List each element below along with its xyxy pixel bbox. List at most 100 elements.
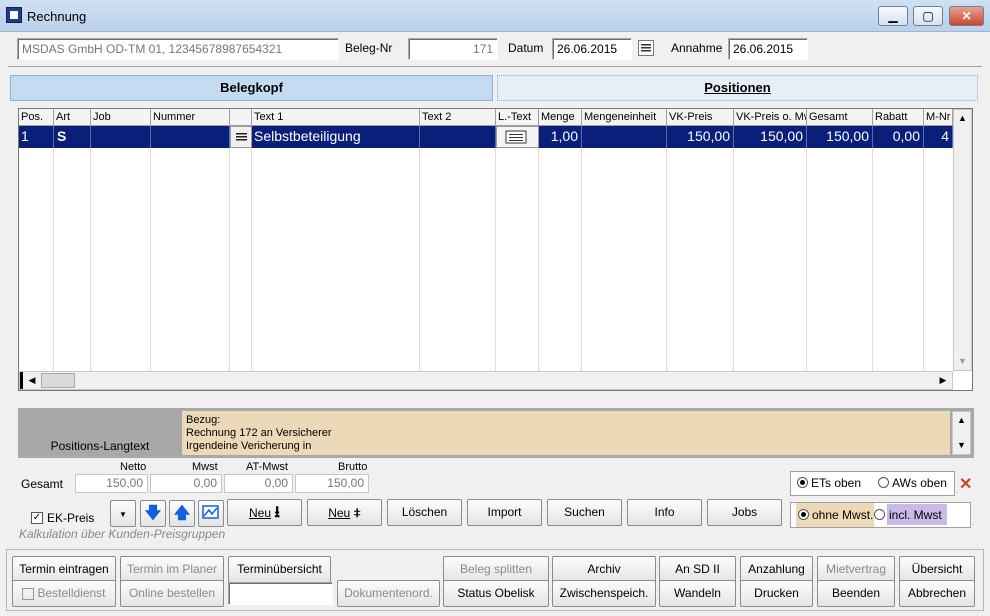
- col-header-text2[interactable]: Text 2: [420, 109, 496, 126]
- horizontal-scrollbar[interactable]: [19, 371, 953, 390]
- ets-oben-label[interactable]: ETs oben: [811, 476, 861, 490]
- incl-mwst-label[interactable]: incl. Mwst: [889, 508, 942, 522]
- grid-line: [538, 148, 539, 371]
- zwischenspeich-button[interactable]: Zwischenspeich.: [552, 580, 656, 607]
- tab-positionen[interactable]: Positionen: [497, 75, 978, 101]
- cell-rabatt[interactable]: 0,00: [873, 126, 924, 148]
- langtext-scroll-up-icon[interactable]: ▲: [954, 413, 969, 427]
- langtext-textarea[interactable]: Bezug: Rechnung 172 an Versicherer Irgen…: [182, 411, 950, 455]
- scroll-left-icon[interactable]: ◀: [24, 373, 40, 388]
- status-obelisk-button[interactable]: Status Obelisk: [443, 580, 549, 607]
- langtext-line: Irgendeine Vericherung in: [186, 440, 312, 452]
- beenden-button[interactable]: Beenden: [817, 580, 895, 607]
- col-header-rabatt[interactable]: Rabatt: [873, 109, 924, 126]
- dropdown-button[interactable]: ▼: [110, 500, 136, 527]
- neu-insert-label: Neu: [328, 506, 351, 520]
- scroll-right-icon[interactable]: ▶: [935, 373, 951, 388]
- col-header-gesamt[interactable]: Gesamt: [807, 109, 873, 126]
- gesamt-label: Gesamt: [21, 477, 64, 491]
- positions-table[interactable]: Pos. Art Job Nummer Text 1 Text 2 L.-Tex…: [18, 108, 973, 391]
- uebersicht-button[interactable]: Übersicht: [899, 556, 975, 583]
- cell-gesamt[interactable]: 150,00: [807, 126, 873, 148]
- col-header-art[interactable]: Art: [54, 109, 91, 126]
- app-icon: [6, 7, 22, 23]
- scroll-thumb[interactable]: [41, 373, 75, 388]
- tab-belegkopf[interactable]: Belegkopf: [10, 75, 493, 101]
- ek-preis-checkbox[interactable]: ✓: [31, 512, 43, 524]
- abbrechen-button[interactable]: Abbrechen: [899, 580, 975, 607]
- annahme-field[interactable]: 26.06.2015: [728, 38, 808, 60]
- divider: [8, 66, 982, 67]
- drucken-button[interactable]: Drucken: [740, 580, 813, 607]
- grid-line: [923, 148, 924, 371]
- ohne-mwst-radio[interactable]: [798, 509, 809, 520]
- jobs-button[interactable]: Jobs: [707, 499, 782, 526]
- bottom-input[interactable]: [228, 582, 333, 605]
- col-header-ltext[interactable]: L.-Text: [496, 109, 539, 126]
- archiv-button[interactable]: Archiv: [552, 556, 656, 583]
- delete-x-icon[interactable]: ✕: [959, 474, 972, 494]
- calendar-icon[interactable]: [638, 40, 654, 56]
- scroll-edge: [20, 372, 23, 389]
- customer-field[interactable]: MSDAS GmbH OD-TM 01, 12345678987654321: [17, 38, 339, 60]
- termin-planer-button[interactable]: Termin im Planer: [120, 556, 224, 583]
- neu-insert-button[interactable]: Neu ⧧: [307, 499, 382, 526]
- vertical-scrollbar[interactable]: [953, 109, 972, 371]
- neu-down-button[interactable]: Neu ⭳: [227, 499, 302, 526]
- scroll-up-icon[interactable]: ▲: [955, 111, 970, 125]
- suchen-button[interactable]: Suchen: [547, 499, 622, 526]
- col-header-nummer[interactable]: Nummer: [151, 109, 230, 126]
- image-button[interactable]: [198, 500, 224, 527]
- cell-vkpreis[interactable]: 150,00: [667, 126, 734, 148]
- col-header-mnr[interactable]: M-Nr: [924, 109, 953, 126]
- langtext-scroll-down-icon[interactable]: ▼: [954, 438, 969, 452]
- cell-text1[interactable]: Selbstbeteiligung: [252, 126, 420, 148]
- terminuebersicht-button[interactable]: Terminübersicht: [228, 556, 331, 583]
- info-button[interactable]: Info: [627, 499, 702, 526]
- col-header-vkpreis-o-mwst[interactable]: VK-Preis o. Mwst: [734, 109, 807, 126]
- cell-nummer[interactable]: [151, 126, 230, 148]
- import-button[interactable]: Import: [467, 499, 542, 526]
- incl-mwst-radio[interactable]: [874, 509, 885, 520]
- wandeln-button[interactable]: Wandeln: [659, 580, 736, 607]
- col-header-text1[interactable]: Text 1: [252, 109, 420, 126]
- loeschen-button[interactable]: Löschen: [387, 499, 462, 526]
- col-header-mengeneinheit[interactable]: Mengeneinheit: [582, 109, 667, 126]
- ltext-button[interactable]: [496, 126, 539, 148]
- ek-preis-label[interactable]: EK-Preis: [47, 511, 94, 525]
- ets-oben-radio[interactable]: [797, 477, 808, 488]
- an-sd-button[interactable]: An SD II: [659, 556, 736, 583]
- cell-mengeneinheit[interactable]: [582, 126, 667, 148]
- col-header-vkpreis[interactable]: VK-Preis: [667, 109, 734, 126]
- aws-oben-label[interactable]: AWs oben: [892, 476, 947, 490]
- move-down-button[interactable]: 🡇: [140, 500, 166, 527]
- beleg-splitten-button[interactable]: Beleg splitten: [443, 556, 549, 583]
- cell-vkpreis-o-mwst[interactable]: 150,00: [734, 126, 807, 148]
- aws-oben-radio[interactable]: [878, 477, 889, 488]
- close-button[interactable]: ✕: [949, 6, 984, 26]
- scroll-down-icon[interactable]: ▼: [955, 354, 970, 368]
- cell-job[interactable]: [91, 126, 151, 148]
- col-header-blank[interactable]: [230, 109, 252, 126]
- mietvertrag-button[interactable]: Mietvertrag: [817, 556, 895, 583]
- minimize-button[interactable]: ▁: [878, 6, 908, 26]
- cell-pos[interactable]: 1: [19, 126, 54, 148]
- bestelldienst-button[interactable]: Bestelldienst: [12, 580, 116, 607]
- move-up-button[interactable]: 🡅: [169, 500, 195, 527]
- online-bestellen-button[interactable]: Online bestellen: [120, 580, 224, 607]
- cell-art[interactable]: S: [54, 126, 91, 148]
- cell-text2[interactable]: [420, 126, 496, 148]
- anzahlung-button[interactable]: Anzahlung: [740, 556, 813, 583]
- termin-eintragen-button[interactable]: Termin eintragen: [12, 556, 116, 583]
- col-header-pos[interactable]: Pos.: [19, 109, 54, 126]
- datum-field[interactable]: 26.06.2015: [552, 38, 632, 60]
- cell-mnr[interactable]: 4: [924, 126, 953, 148]
- maximize-button[interactable]: ▢: [913, 6, 943, 26]
- ohne-mwst-label[interactable]: ohne Mwst.: [812, 508, 873, 522]
- row-text-icon[interactable]: [230, 126, 252, 148]
- beleg-nr-field[interactable]: 171: [408, 38, 498, 60]
- cell-menge[interactable]: 1,00: [539, 126, 582, 148]
- dokumentenord-button[interactable]: Dokumentenord.: [337, 580, 440, 607]
- col-header-menge[interactable]: Menge: [539, 109, 582, 126]
- col-header-job[interactable]: Job: [91, 109, 151, 126]
